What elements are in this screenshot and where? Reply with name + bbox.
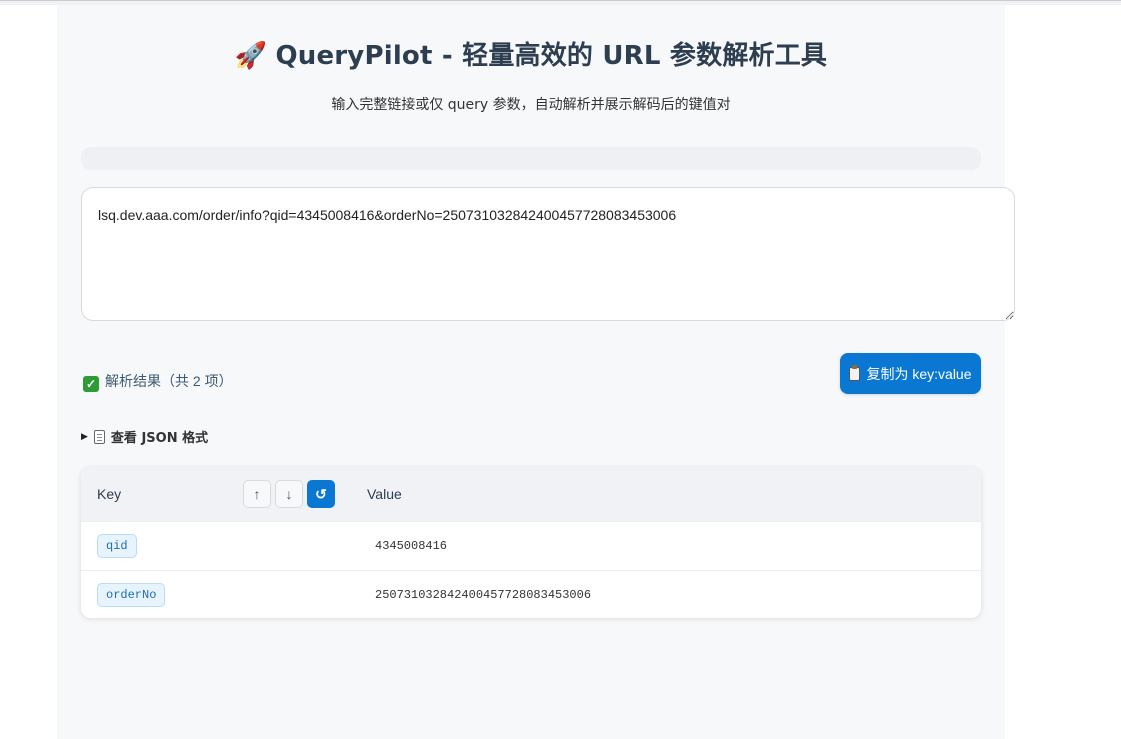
copy-button-label: 复制为 key:value: [866, 365, 972, 382]
table-row: qid 4345008416: [81, 521, 981, 571]
placeholder-bar: [81, 147, 981, 170]
key-chip: orderNo: [97, 583, 166, 607]
value-cell: 4345008416: [375, 539, 448, 553]
key-column-header: Key: [97, 486, 122, 502]
value-column-header: Value: [367, 486, 402, 502]
copy-key-value-button[interactable]: 复制为 key:value: [840, 353, 981, 394]
document-icon: [93, 429, 105, 444]
sort-asc-button[interactable]: ↑: [243, 480, 271, 508]
table-row: orderNo 250731032842400457728083453006: [81, 570, 981, 618]
result-summary-text: 解析结果（共 2 项）: [105, 373, 233, 389]
check-icon: ✓: [83, 376, 99, 392]
url-input[interactable]: lsq.dev.aaa.com/order/info?qid=434500841…: [81, 187, 1015, 321]
sort-reset-button[interactable]: ↺: [307, 480, 335, 508]
page-title-text: QueryPilot - 轻量高效的 URL 参数解析工具: [275, 41, 828, 71]
result-summary: ✓ 解析结果（共 2 项）: [83, 371, 233, 392]
key-chip: qid: [97, 534, 137, 558]
result-table: Key ↑ ↓ ↺ Value qid 4345008416 orderNo 2…: [81, 467, 981, 618]
json-toggle-label: 查看 JSON 格式: [110, 431, 209, 446]
page-subtitle: 输入完整链接或仅 query 参数，自动解析并展示解码后的键值对: [331, 97, 731, 113]
page-title: 🚀 QueryPilot - 轻量高效的 URL 参数解析工具: [57, 35, 1005, 72]
sort-desc-button[interactable]: ↓: [275, 480, 303, 508]
rocket-icon: 🚀: [234, 41, 268, 71]
table-header: Key ↑ ↓ ↺ Value: [81, 467, 981, 521]
triangle-right-icon: ▶: [81, 431, 88, 442]
json-format-toggle[interactable]: ▶ 查看 JSON 格式: [81, 427, 208, 446]
main-panel: 🚀 QueryPilot - 轻量高效的 URL 参数解析工具 输入完整链接或仅 …: [57, 5, 1015, 739]
value-cell: 250731032842400457728083453006: [375, 588, 592, 602]
clipboard-icon: [849, 364, 861, 381]
